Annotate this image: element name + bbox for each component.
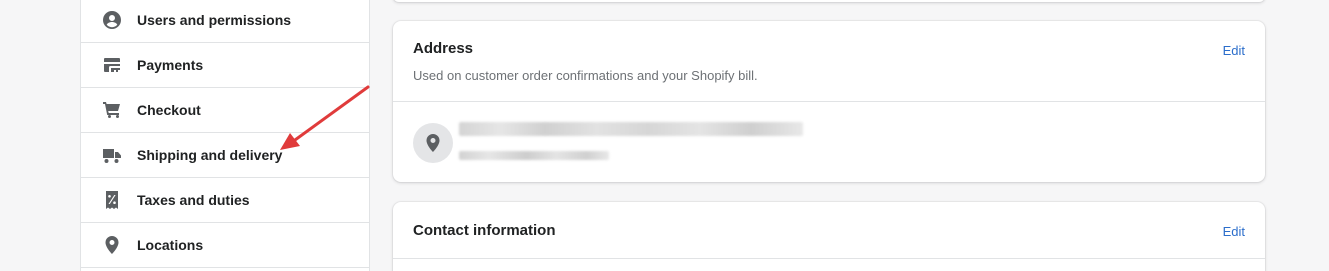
location-pin-icon [101,234,123,256]
settings-sidebar: Users and permissions Payments Checkout … [80,0,370,271]
sidebar-item-label: Shipping and delivery [137,147,283,163]
sidebar-item-taxes-and-duties[interactable]: Taxes and duties [81,178,369,223]
settings-page: Users and permissions Payments Checkout … [0,0,1329,271]
sidebar-item-label: Payments [137,57,204,73]
user-circle-icon [101,9,123,31]
truck-icon [101,144,123,166]
location-pin-icon [423,133,443,153]
sidebar-item-shipping-and-delivery[interactable]: Shipping and delivery [81,133,369,178]
contact-edit-link[interactable]: Edit [1223,224,1245,239]
sidebar-item-locations[interactable]: Locations [81,223,369,268]
sidebar-item-checkout[interactable]: Checkout [81,88,369,133]
sidebar-item-users-and-permissions[interactable]: Users and permissions [81,0,369,43]
divider [393,258,1265,259]
sidebar-item-payments[interactable]: Payments [81,43,369,88]
sidebar-item-label: Users and permissions [137,12,292,28]
address-card: Address Edit Used on customer order conf… [393,21,1265,182]
sidebar-item-label: Locations [137,237,204,253]
address-edit-link[interactable]: Edit [1223,43,1245,58]
contact-information-card: Contact information Edit [393,202,1265,271]
previous-card [393,0,1265,2]
cart-icon [101,99,123,121]
divider [393,101,1265,102]
address-card-title: Address [413,40,474,57]
address-location-avatar [413,123,453,163]
contact-card-title: Contact information [413,222,556,239]
sidebar-item-label: Checkout [137,102,201,118]
tax-receipt-icon [101,189,123,211]
address-card-subtitle: Used on customer order confirmations and… [413,68,758,83]
payments-icon [101,54,123,76]
sidebar-item-label: Taxes and duties [137,192,250,208]
